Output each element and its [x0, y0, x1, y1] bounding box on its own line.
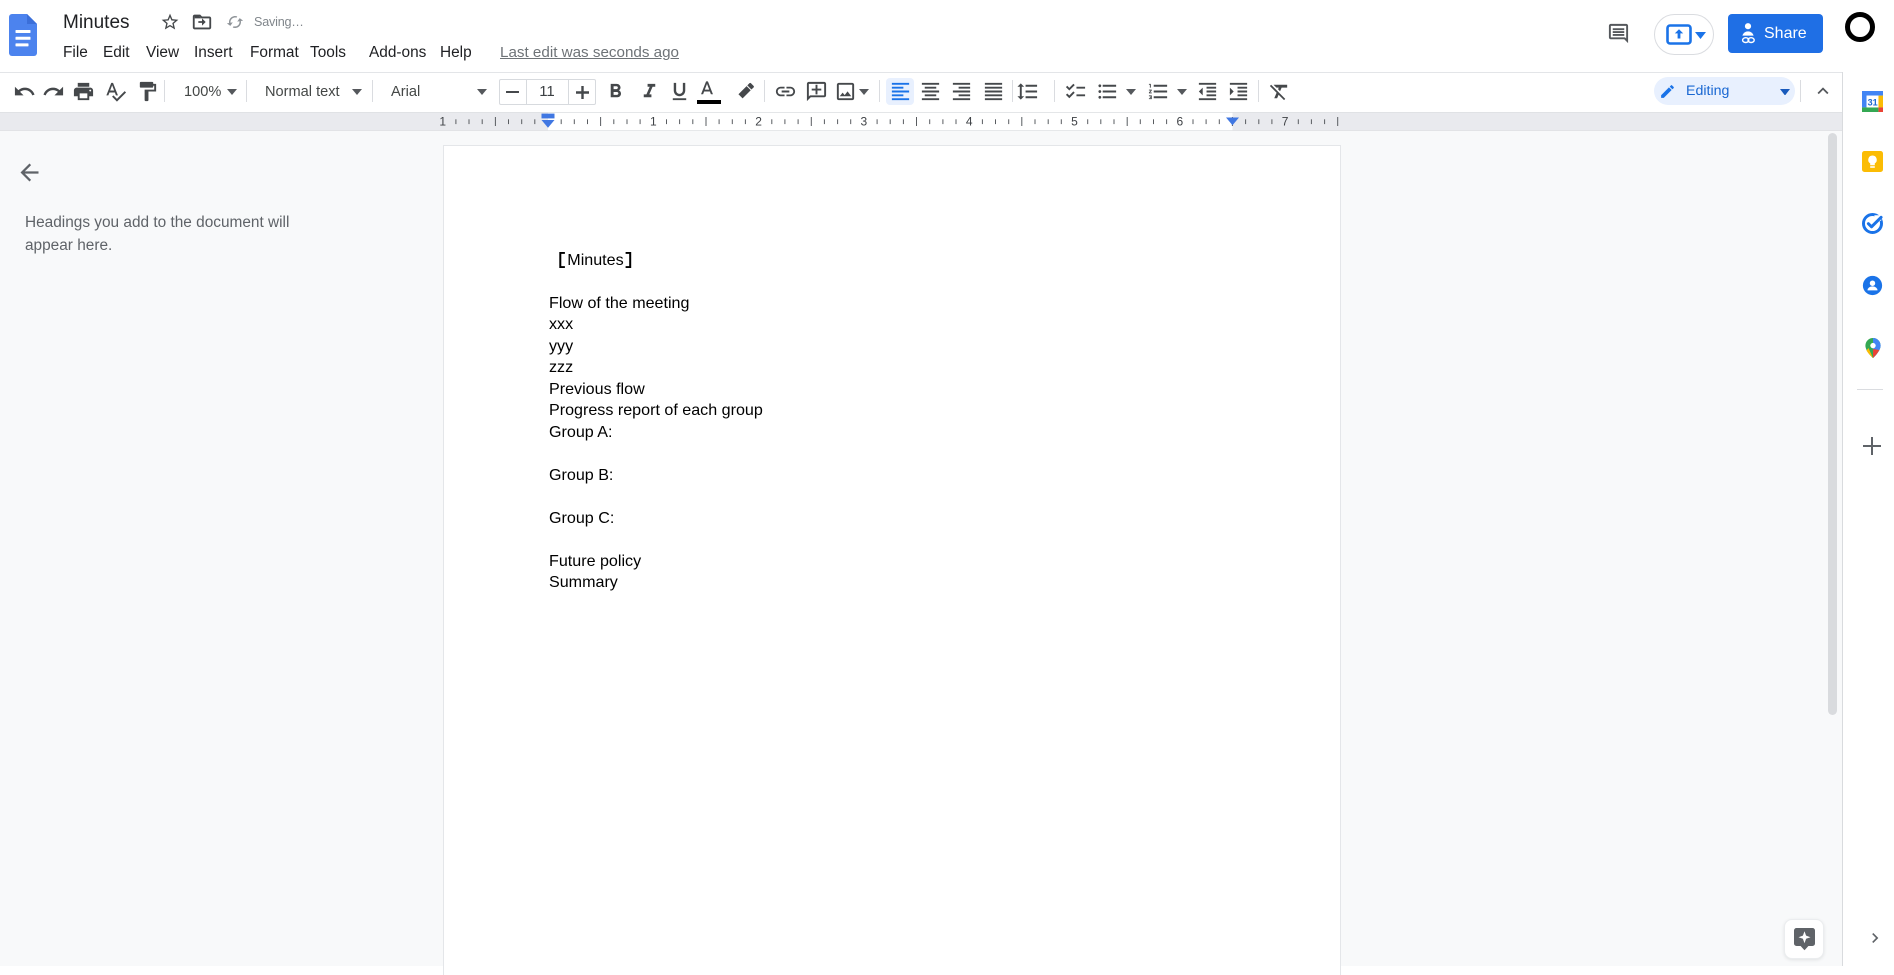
svg-text:1: 1: [650, 115, 657, 129]
svg-text:5: 5: [1071, 115, 1078, 129]
svg-text:1: 1: [439, 115, 446, 129]
svg-text:6: 6: [1176, 115, 1183, 129]
svg-text:31: 31: [1868, 98, 1878, 108]
svg-text:3: 3: [861, 115, 868, 129]
svg-text:2: 2: [755, 115, 762, 129]
svg-text:7: 7: [1282, 115, 1289, 129]
svg-text:4: 4: [966, 115, 973, 129]
